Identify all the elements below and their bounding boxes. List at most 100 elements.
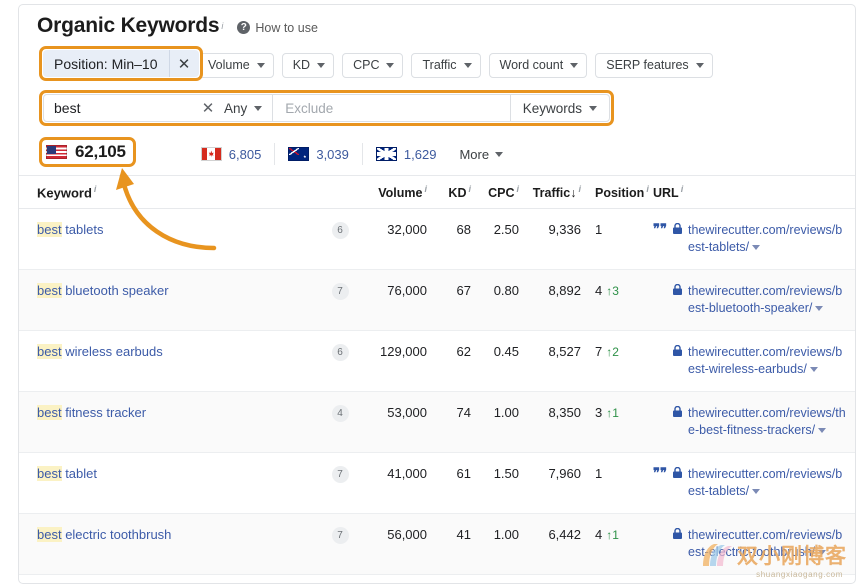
serp-snippet-quote-icon[interactable]: ❞❞ — [653, 222, 667, 235]
cell-keyword[interactable]: best fitness tracker — [37, 405, 319, 420]
keyword-rest: tablets — [61, 222, 104, 237]
chevron-down-icon[interactable] — [809, 367, 818, 373]
country-more-button[interactable]: More — [449, 147, 513, 162]
filter-button-kd[interactable]: KD — [281, 52, 335, 78]
url-link[interactable]: thewirecutter.com/reviews/the-best-fitne… — [688, 405, 849, 439]
cell-keyword[interactable]: best bluetooth speaker — [37, 283, 319, 298]
keyword-search-bar: best ✕ Any Exclude Keywords — [43, 94, 610, 122]
close-icon[interactable]: ✕ — [168, 50, 199, 77]
cell-serp-features[interactable]: 6 — [319, 344, 361, 361]
filter-button-kd-label: KD — [292, 58, 311, 72]
match-mode-dropdown[interactable]: Any — [222, 95, 274, 121]
chevron-down-icon[interactable] — [752, 489, 761, 495]
cell-url[interactable]: thewirecutter.com/reviews/best-electric-… — [649, 527, 849, 561]
filter-button-serp-features[interactable]: SERP features — [595, 52, 713, 78]
chevron-down-icon — [495, 151, 504, 157]
column-header-position[interactable]: Position i — [581, 184, 649, 200]
card-header: Organic Keywords i ? How to use — [19, 5, 855, 47]
position-filter-label: Position: Min–10 — [54, 55, 158, 72]
cell-url[interactable]: thewirecutter.com/reviews/best-bluetooth… — [649, 283, 849, 317]
filter-button-cpc[interactable]: CPC — [342, 52, 404, 78]
exclude-keyword-input[interactable]: Exclude — [273, 95, 511, 121]
keyword-search-highlight-box: best ✕ Any Exclude Keywords — [39, 90, 614, 126]
country-tab-au[interactable]: 3,039 — [275, 143, 363, 165]
column-header-traffic[interactable]: Traffic↓ i — [519, 184, 581, 200]
cell-url[interactable]: ❞❞ thewirecutter.com/reviews/best-tablets… — [649, 222, 849, 256]
cell-keyword[interactable]: best electric toothbrush — [37, 527, 319, 542]
column-header-cpc[interactable]: CPC i — [471, 184, 519, 200]
cell-kd: 68 — [456, 222, 471, 237]
chevron-down-icon[interactable] — [818, 428, 827, 434]
how-to-use-link[interactable]: ? How to use — [237, 21, 318, 35]
cell-traffic: 9,336 — [548, 222, 581, 237]
cell-cpc: 1.00 — [493, 405, 519, 420]
chevron-down-icon[interactable] — [752, 245, 761, 251]
url-link[interactable]: thewirecutter.com/reviews/best-tablets/ — [688, 222, 849, 256]
cell-url[interactable]: ❞❞ thewirecutter.com/reviews/best-tablets… — [649, 466, 849, 500]
url-link[interactable]: thewirecutter.com/reviews/best-wireless-… — [688, 344, 849, 378]
table-row[interactable]: best bluetooth speaker 7 76,000 67 0.80 8,892… — [19, 270, 855, 331]
lock-icon — [673, 467, 682, 478]
cell-keyword[interactable]: best tablets — [37, 222, 319, 237]
cell-kd: 41 — [456, 527, 471, 542]
table-row[interactable]: best wireless earbuds 6 129,000 62 0.45 8,527… — [19, 331, 855, 392]
chevron-down-icon[interactable] — [818, 550, 827, 556]
table-row[interactable]: best tablet 7 41,000 61 1.50 7,960 1 ❞❞ thewirec… — [19, 453, 855, 514]
cell-url[interactable]: thewirecutter.com/reviews/best-wireless-… — [649, 344, 849, 378]
keyword-rest: bluetooth speaker — [61, 283, 169, 298]
keyword-match-highlight: best — [37, 466, 62, 481]
gb-flag-icon — [375, 147, 397, 161]
us-country-highlight-box[interactable]: 62,105 — [39, 137, 136, 167]
cell-volume: 76,000 — [387, 283, 427, 298]
chevron-down-icon — [695, 62, 704, 68]
cell-volume: 41,000 — [387, 466, 427, 481]
chevron-down-icon — [570, 62, 579, 68]
url-link[interactable]: thewirecutter.com/reviews/best-bluetooth… — [688, 283, 849, 317]
cell-serp-features[interactable]: 7 — [319, 527, 361, 544]
cell-kd: 67 — [456, 283, 471, 298]
cell-cpc: 0.45 — [493, 344, 519, 359]
match-mode-label: Any — [224, 100, 248, 116]
clear-include-icon[interactable]: ✕ — [194, 95, 222, 121]
keyword-match-highlight: best — [37, 405, 62, 420]
cell-serp-features[interactable]: 7 — [319, 283, 361, 300]
serp-snippet-quote-icon[interactable]: ❞❞ — [653, 466, 667, 479]
cell-position: 7 ↑2 — [581, 344, 649, 359]
position-value: 7 — [595, 344, 603, 359]
info-icon[interactable]: i — [681, 184, 684, 194]
table-row[interactable]: best fitness tracker 4 53,000 74 1.00 8,350 3 ↑… — [19, 392, 855, 453]
url-link[interactable]: thewirecutter.com/reviews/best-tablets/ — [688, 466, 849, 500]
position-filter-pill[interactable]: Position: Min–10 ✕ — [43, 50, 199, 77]
cell-serp-features[interactable]: 4 — [319, 405, 361, 422]
cell-keyword[interactable]: best tablet — [37, 466, 319, 481]
filter-button-traffic[interactable]: Traffic — [411, 52, 481, 78]
info-icon[interactable]: i — [94, 184, 97, 194]
country-tab-ca-count: 6,805 — [228, 146, 262, 162]
country-tab-ca[interactable]: 6,805 — [188, 143, 276, 165]
column-header-kd[interactable]: KD i — [427, 184, 471, 200]
filter-button-word-count[interactable]: Word count — [488, 52, 588, 78]
column-header-volume[interactable]: Volume i — [361, 184, 427, 200]
us-keyword-count: 62,105 — [75, 142, 126, 161]
cell-volume: 129,000 — [380, 344, 427, 359]
include-keyword-input[interactable]: best — [44, 95, 194, 121]
how-to-use-label: How to use — [255, 20, 318, 35]
page-title-info-icon[interactable]: i — [221, 21, 223, 31]
sort-descending-icon[interactable]: ↓ — [570, 186, 576, 200]
cell-serp-features[interactable]: 7 — [319, 466, 361, 483]
cell-url[interactable]: thewirecutter.com/reviews/the-best-fitne… — [649, 405, 849, 439]
column-header-url[interactable]: URL i — [649, 184, 849, 200]
table-row[interactable]: best electric toothbrush 7 56,000 41 1.00 6,4… — [19, 514, 855, 575]
cell-serp-features[interactable]: 6 — [319, 222, 361, 239]
table-row[interactable]: best tablets 6 32,000 68 2.50 9,336 1 ❞❞ thewire… — [19, 209, 855, 270]
url-link[interactable]: thewirecutter.com/reviews/best-electric-… — [688, 527, 849, 561]
filter-button-cpc-label: CPC — [353, 58, 380, 72]
cell-keyword[interactable]: best wireless earbuds — [37, 344, 319, 359]
chevron-down-icon[interactable] — [815, 306, 824, 312]
search-target-dropdown[interactable]: Keywords — [511, 95, 609, 121]
country-tab-gb[interactable]: 1,629 — [363, 143, 450, 165]
keyword-match-highlight: best — [37, 344, 62, 359]
column-header-keyword[interactable]: Keyword i — [37, 184, 319, 200]
filter-button-volume[interactable]: Volume — [197, 52, 274, 78]
column-header-kd-label: KD — [448, 186, 467, 201]
